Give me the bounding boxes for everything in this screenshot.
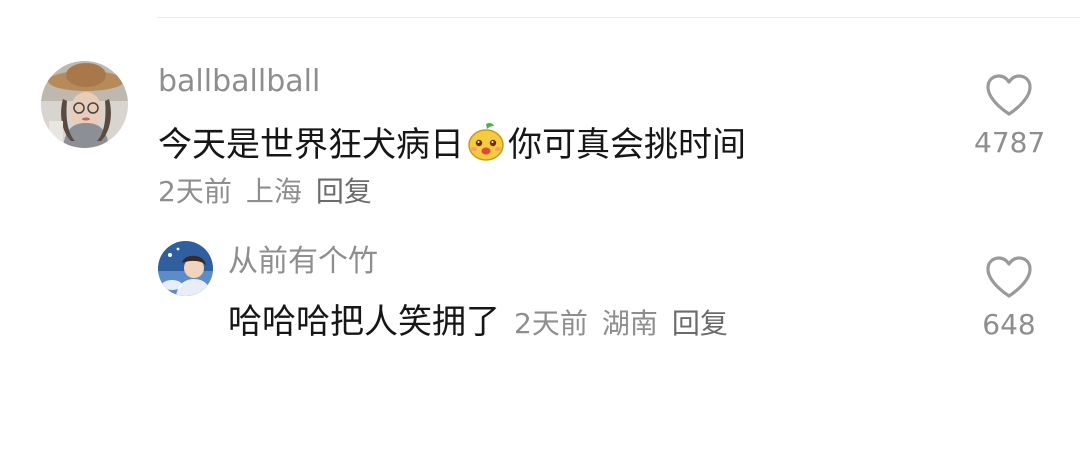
comment-text: 哈哈哈把人笑拥了 2天前 湖南 回复 [228,300,728,346]
comment-text-part: 你可真会挑时间 [508,125,746,165]
avatar-image [158,241,213,296]
heart-outline-icon [986,256,1032,298]
comment-text-part: 今天是世界狂犬病日 [158,125,464,165]
comment-location: 上海 [245,175,302,208]
like-button[interactable]: 648 [974,254,1044,342]
yellow-pear-emoji-icon [468,122,504,161]
comment-location: 湖南 [601,307,658,340]
comment-time: 2天前 [158,175,232,208]
avatar-image [41,61,128,148]
like-count: 648 [982,308,1036,341]
reply-button[interactable]: 回复 [316,175,372,208]
top-divider [157,17,1080,18]
username[interactable]: ballballball [158,64,320,100]
avatar[interactable] [158,241,213,296]
comment-text: 今天是世界狂犬病日 你可真会挑时间 [158,120,746,167]
comment-meta: 2天前 湖南 回复 [514,307,728,340]
heart-outline-icon [986,74,1032,116]
reply-button[interactable]: 回复 [672,307,728,340]
like-button[interactable]: 4787 [974,72,1046,160]
username[interactable]: 从前有个竹 [228,244,378,280]
comment-time: 2天前 [514,307,588,340]
reply-comment-item: 从前有个竹 哈哈哈把人笑拥了 2天前 湖南 回复 648 [0,238,1080,358]
avatar[interactable] [41,61,128,148]
comment-meta: 2天前 上海 回复 [158,174,372,210]
like-count: 4787 [974,126,1046,159]
comment-text-part: 哈哈哈把人笑拥了 [228,302,500,342]
comment-item: ballballball 今天是世界狂犬病日 你可真会挑时间 2天前 上海 回复 4… [0,58,1080,218]
